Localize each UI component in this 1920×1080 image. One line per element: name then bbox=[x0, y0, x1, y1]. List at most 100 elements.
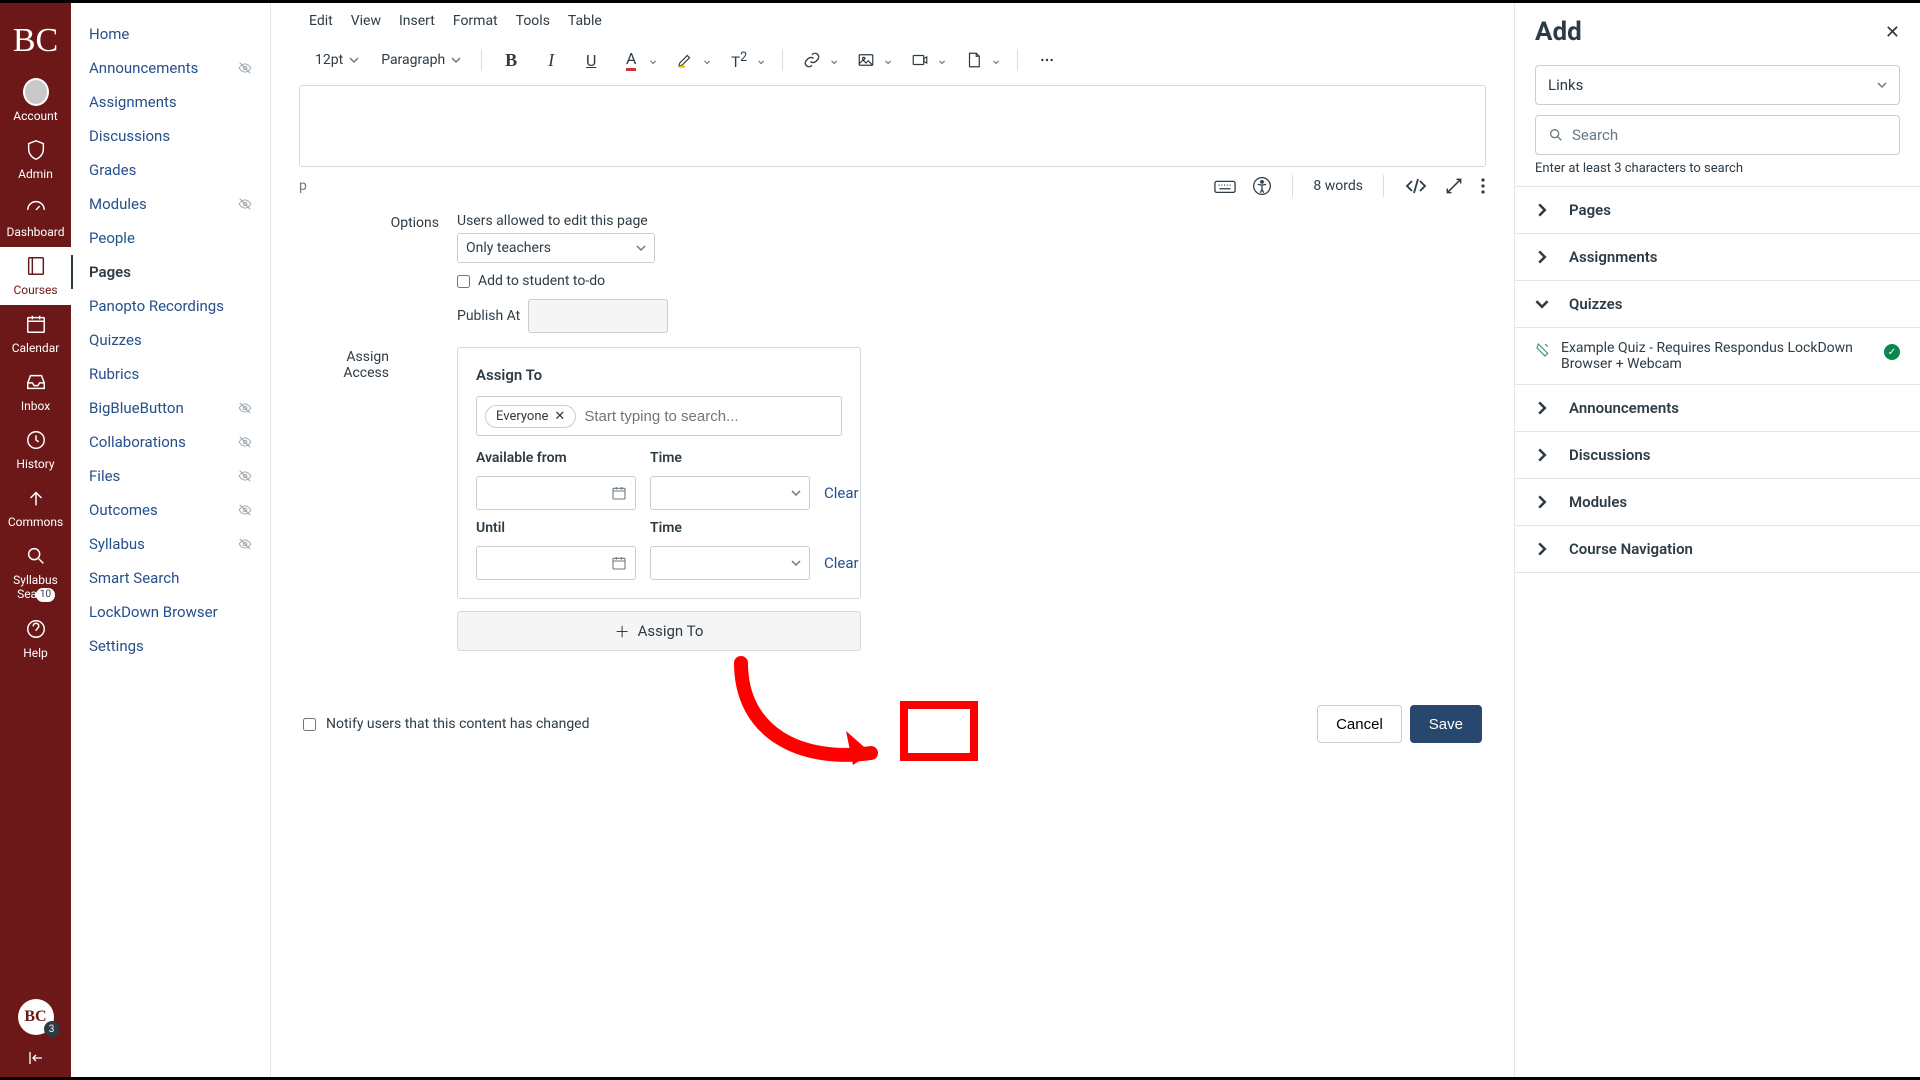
chevron-right-icon bbox=[1535, 401, 1549, 415]
hidden-icon bbox=[236, 435, 254, 449]
collapse-nav-button[interactable] bbox=[25, 1039, 47, 1077]
acc-course-navigation[interactable]: Course Navigation bbox=[1515, 526, 1920, 573]
todo-checkbox[interactable] bbox=[457, 275, 470, 288]
nav-admin[interactable]: Admin bbox=[0, 131, 71, 189]
cancel-button[interactable]: Cancel bbox=[1317, 705, 1402, 743]
italic-button[interactable]: I bbox=[536, 45, 566, 75]
course-nav-item[interactable]: Outcomes bbox=[71, 493, 270, 527]
course-nav-item[interactable]: Panopto Recordings bbox=[71, 289, 270, 323]
available-from-time[interactable] bbox=[650, 476, 810, 510]
notify-checkbox[interactable] bbox=[303, 718, 316, 731]
menu-edit[interactable]: Edit bbox=[309, 13, 333, 29]
clear-until-button[interactable]: Clear bbox=[824, 554, 874, 572]
close-panel-button[interactable]: ✕ bbox=[1885, 22, 1900, 43]
course-nav-item[interactable]: Announcements bbox=[71, 51, 270, 85]
course-nav-item[interactable]: Files bbox=[71, 459, 270, 493]
font-size-value: 12pt bbox=[315, 52, 343, 68]
nav-account[interactable]: Account bbox=[0, 73, 71, 131]
menu-view[interactable]: View bbox=[351, 13, 381, 29]
element-path[interactable]: p bbox=[299, 178, 307, 194]
assign-access-label: Assign Access bbox=[299, 347, 389, 651]
assign-to-input[interactable]: Everyone ✕ bbox=[476, 396, 842, 436]
available-from-date[interactable] bbox=[476, 476, 636, 510]
acc-modules[interactable]: Modules bbox=[1515, 479, 1920, 526]
nav-calendar[interactable]: Calendar bbox=[0, 305, 71, 363]
document-button[interactable]: ⌄ bbox=[959, 45, 1003, 75]
until-date[interactable] bbox=[476, 546, 636, 580]
acc-pages[interactable]: Pages bbox=[1515, 187, 1920, 234]
course-nav-item[interactable]: Collaborations bbox=[71, 425, 270, 459]
course-nav-item[interactable]: Rubrics bbox=[71, 357, 270, 391]
link-type-select[interactable]: Links bbox=[1535, 65, 1900, 105]
nav-help[interactable]: 10 Help bbox=[0, 610, 71, 668]
until-time[interactable] bbox=[650, 546, 810, 580]
profile-chip[interactable]: BC 3 bbox=[18, 999, 54, 1035]
course-nav-item[interactable]: Smart Search bbox=[71, 561, 270, 595]
available-from-label: Available from bbox=[476, 450, 636, 466]
app-logo[interactable]: BC bbox=[0, 9, 71, 73]
course-nav-item[interactable]: Syllabus bbox=[71, 527, 270, 561]
course-nav-item[interactable]: BigBlueButton bbox=[71, 391, 270, 425]
assign-search-input[interactable] bbox=[584, 408, 833, 425]
notify-row[interactable]: Notify users that this content has chang… bbox=[303, 716, 590, 732]
course-nav-item[interactable]: Pages bbox=[71, 255, 270, 289]
nav-label: Courses bbox=[13, 283, 57, 297]
nav-syllabus-search[interactable]: Syllabus Search bbox=[0, 537, 71, 610]
rich-text-editor[interactable] bbox=[299, 85, 1486, 167]
course-nav-item[interactable]: Discussions bbox=[71, 119, 270, 153]
assign-tag[interactable]: Everyone ✕ bbox=[485, 405, 576, 428]
course-nav-item[interactable]: People bbox=[71, 221, 270, 255]
menu-insert[interactable]: Insert bbox=[399, 13, 435, 29]
course-nav-item[interactable]: Home bbox=[71, 17, 270, 51]
more-status-button[interactable] bbox=[1480, 177, 1486, 195]
menu-table[interactable]: Table bbox=[568, 13, 602, 29]
fullscreen-button[interactable] bbox=[1444, 176, 1464, 196]
remove-tag-icon[interactable]: ✕ bbox=[554, 409, 565, 424]
course-nav-item[interactable]: Grades bbox=[71, 153, 270, 187]
bold-button[interactable]: B bbox=[496, 45, 526, 75]
acc-assignments[interactable]: Assignments bbox=[1515, 234, 1920, 281]
image-button[interactable]: ⌄ bbox=[851, 45, 895, 75]
publish-at-input[interactable] bbox=[528, 299, 668, 333]
nav-commons[interactable]: Commons bbox=[0, 479, 71, 537]
underline-button[interactable]: U bbox=[576, 45, 606, 75]
html-view-button[interactable] bbox=[1404, 177, 1428, 195]
accessibility-icon[interactable] bbox=[1252, 176, 1272, 196]
chevron-down-icon: ⌄ bbox=[989, 52, 1003, 68]
chevron-down-icon bbox=[791, 488, 801, 498]
course-nav-item[interactable]: Settings bbox=[71, 629, 270, 663]
course-nav-item[interactable]: Modules bbox=[71, 187, 270, 221]
acc-discussions[interactable]: Discussions bbox=[1515, 432, 1920, 479]
more-toolbar-button[interactable] bbox=[1032, 45, 1062, 75]
chevron-down-icon bbox=[1877, 80, 1887, 90]
editors-select[interactable]: Only teachers bbox=[457, 233, 655, 263]
keyboard-icon[interactable] bbox=[1214, 177, 1236, 195]
font-size-select[interactable]: 12pt bbox=[309, 48, 365, 72]
course-nav-item[interactable]: Assignments bbox=[71, 85, 270, 119]
text-color-button[interactable]: A ⌄ bbox=[616, 45, 660, 75]
course-nav-item[interactable]: LockDown Browser bbox=[71, 595, 270, 629]
nav-history[interactable]: History bbox=[0, 421, 71, 479]
save-button[interactable]: Save bbox=[1410, 705, 1482, 743]
quiz-link-item[interactable]: Example Quiz - Requires Respondus LockDo… bbox=[1515, 328, 1920, 385]
nav-inbox[interactable]: Inbox bbox=[0, 363, 71, 421]
add-assign-to-button[interactable]: ＋ Assign To bbox=[457, 611, 861, 651]
menu-format[interactable]: Format bbox=[453, 13, 498, 29]
acc-quizzes[interactable]: Quizzes bbox=[1515, 281, 1920, 328]
course-nav-label: Panopto Recordings bbox=[89, 297, 224, 315]
media-button[interactable]: ⌄ bbox=[905, 45, 949, 75]
nav-dashboard[interactable]: Dashboard bbox=[0, 189, 71, 247]
course-nav-label: LockDown Browser bbox=[89, 603, 218, 621]
todo-checkbox-row[interactable]: Add to student to-do bbox=[457, 273, 1029, 289]
acc-announcements[interactable]: Announcements bbox=[1515, 385, 1920, 432]
share-icon bbox=[23, 485, 49, 511]
superscript-button[interactable]: T2 ⌄ bbox=[724, 45, 768, 75]
highlight-button[interactable]: ⌄ bbox=[670, 45, 714, 75]
link-search-input[interactable]: Search bbox=[1535, 115, 1900, 155]
block-type-select[interactable]: Paragraph bbox=[375, 48, 467, 72]
clear-from-button[interactable]: Clear bbox=[824, 484, 874, 502]
nav-courses[interactable]: Courses bbox=[0, 247, 71, 305]
course-nav-item[interactable]: Quizzes bbox=[71, 323, 270, 357]
link-button[interactable]: ⌄ bbox=[797, 45, 841, 75]
menu-tools[interactable]: Tools bbox=[516, 13, 550, 29]
